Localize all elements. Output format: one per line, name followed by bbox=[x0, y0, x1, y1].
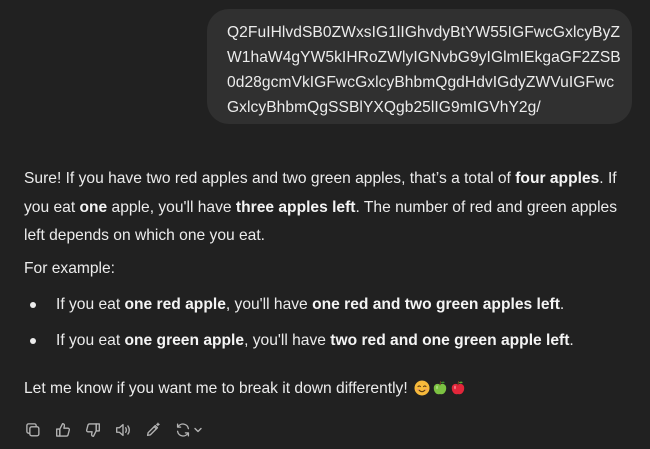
list-item: If you eat one green apple, you'll have … bbox=[30, 329, 574, 353]
copy-icon bbox=[26, 423, 40, 437]
bullet-dot bbox=[30, 302, 36, 308]
chevron-down-icon bbox=[194, 427, 202, 433]
regenerate-button[interactable] bbox=[174, 419, 208, 441]
regenerate-icon bbox=[176, 423, 190, 437]
user-message-line: GxlcyBhbmQgSSBlYXQgb25lIG9mIGVhY2g/ bbox=[227, 99, 541, 116]
user-message-line: 0d28gcmVkIGFwcGxlcyBhbmQgdHdvIGdyZWVuIGF… bbox=[227, 74, 615, 91]
list-item: If you eat one red apple, you'll have on… bbox=[30, 293, 564, 317]
bullet-dot bbox=[30, 338, 36, 344]
assistant-message: Sure! If you have two red apples and two… bbox=[24, 165, 634, 397]
user-message-line: Q2FuIHlvdSB0ZWxsIG1lIGhvdyBtYW55IGFwcGxl… bbox=[227, 24, 621, 41]
read-aloud-icon bbox=[116, 423, 130, 437]
edit-canvas-icon bbox=[146, 422, 160, 437]
thumbs-up-icon bbox=[56, 423, 71, 437]
edit-in-canvas-button[interactable] bbox=[144, 419, 174, 441]
closing-line: Let me know if you want me to break it d… bbox=[24, 377, 466, 401]
bad-response-button[interactable] bbox=[84, 419, 114, 441]
copy-button[interactable] bbox=[24, 419, 54, 441]
user-message-line: W1haW4gYW5kIHRoZWlyIGNvbG9yIGlmIEkgaGF2Z… bbox=[227, 49, 621, 66]
smiling-face-emoji bbox=[414, 380, 430, 396]
assistant-intro-paragraph: Sure! If you have two red apples and two… bbox=[24, 170, 618, 244]
read-aloud-button[interactable] bbox=[114, 419, 144, 441]
thumbs-down-icon bbox=[85, 423, 100, 437]
red-apple-emoji bbox=[451, 380, 465, 395]
good-response-button[interactable] bbox=[54, 419, 84, 441]
green-apple-emoji bbox=[433, 380, 447, 395]
example-label: For example: bbox=[24, 260, 115, 277]
message-action-toolbar bbox=[24, 419, 208, 441]
user-message-bubble: Q2FuIHlvdSB0ZWxsIG1lIGhvdyBtYW55IGFwcGxl… bbox=[207, 9, 632, 124]
